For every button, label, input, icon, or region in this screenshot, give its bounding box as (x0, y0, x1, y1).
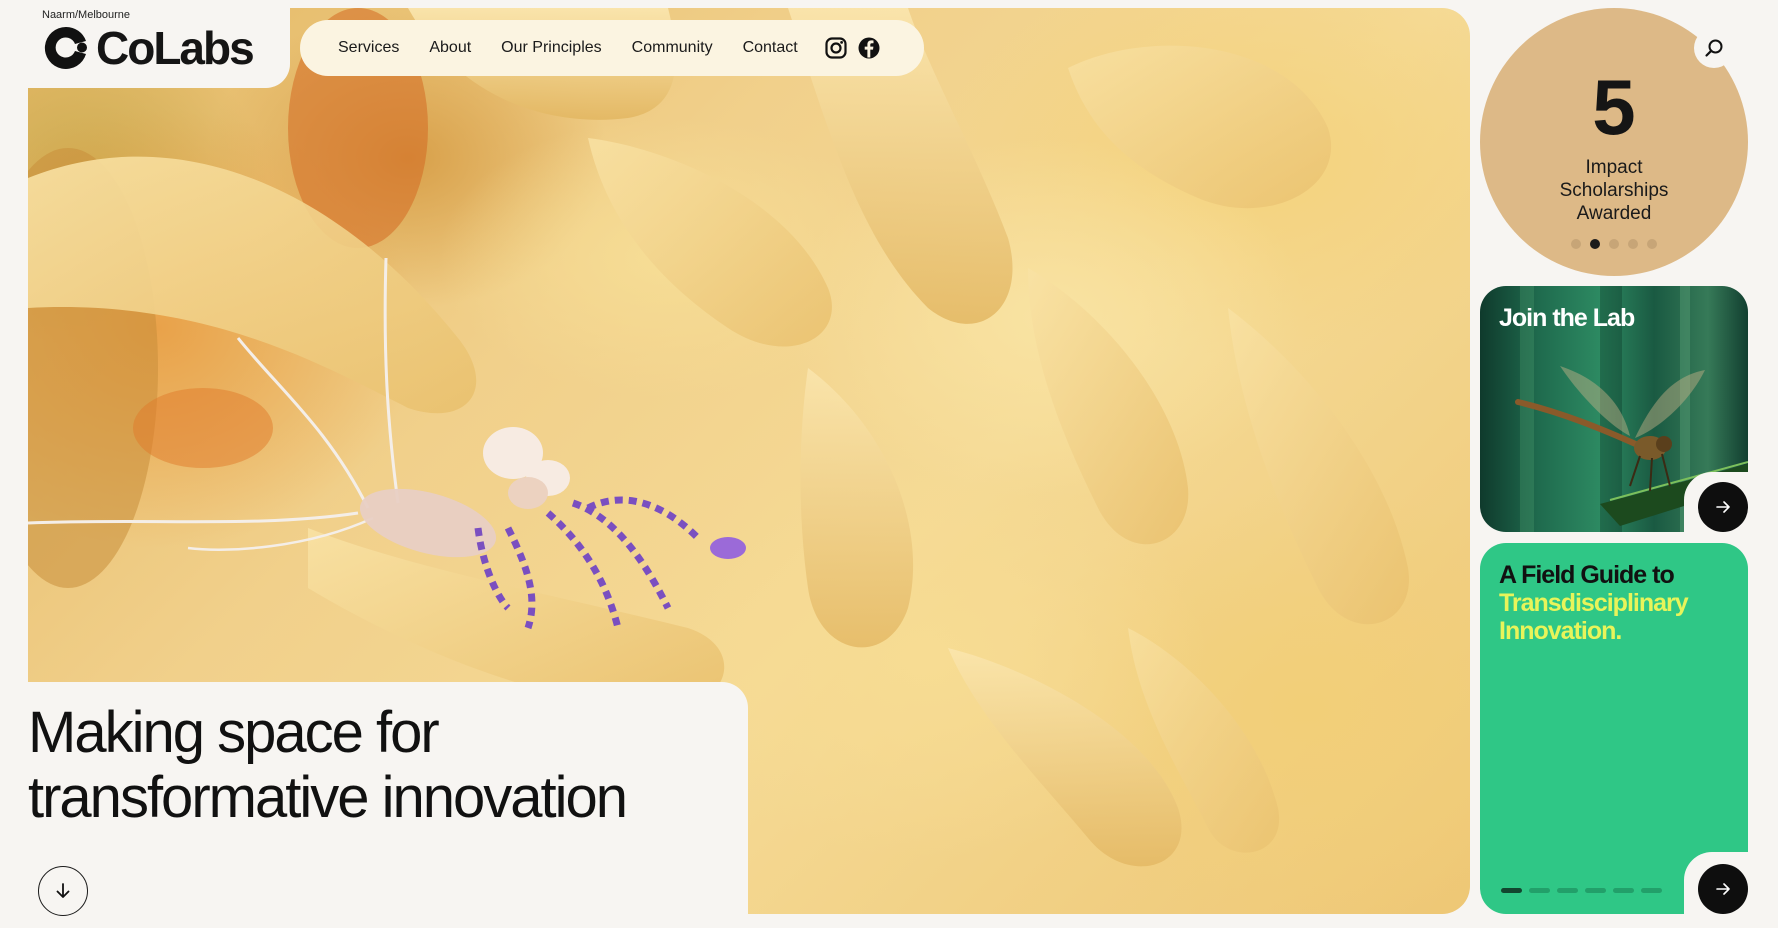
guide-dot[interactable] (1585, 888, 1606, 893)
stat-number: 5 (1592, 63, 1636, 151)
search-button[interactable] (1694, 28, 1734, 68)
social-links (824, 36, 881, 60)
facebook-icon[interactable] (857, 36, 881, 60)
tagline-line-2: transformative innovation (28, 765, 628, 830)
field-guide-arrow-button[interactable] (1698, 864, 1748, 914)
field-guide-title-highlight: Transdisciplinary Innovation. (1499, 589, 1689, 645)
stat-dot[interactable] (1609, 239, 1619, 249)
field-guide-title-part1: A Field Guide to (1499, 561, 1675, 589)
brand-logo[interactable]: CoLabs (42, 22, 255, 74)
arrow-down-icon (56, 883, 70, 898)
nav-item-about[interactable]: About (429, 39, 471, 57)
guide-dot[interactable] (1641, 888, 1662, 893)
stat-dot[interactable] (1647, 239, 1657, 249)
arrow-right-icon (1716, 883, 1730, 895)
stat-label: Impact Scholarships Awarded (1559, 157, 1669, 224)
guide-dot[interactable] (1557, 888, 1578, 893)
brand-name: CoLabs (96, 22, 255, 74)
instagram-icon[interactable] (824, 36, 848, 60)
page: Naarm/Melbourne CoLabs Services About Ou… (0, 0, 1778, 928)
scroll-down-button[interactable] (38, 866, 88, 916)
search-icon (1705, 39, 1723, 57)
stat-dot[interactable] (1571, 239, 1581, 249)
stat-pagination (1571, 239, 1657, 249)
field-guide-pagination (1501, 888, 1662, 893)
field-guide-title: A Field Guide to Transdisciplinary Innov… (1499, 561, 1729, 645)
stat-dot[interactable] (1628, 239, 1638, 249)
join-card-arrow-button[interactable] (1698, 482, 1748, 532)
tagline-line-1: Making space for (28, 700, 440, 765)
nav-item-contact[interactable]: Contact (743, 39, 798, 57)
main-nav: Services About Our Principles Community … (300, 20, 924, 76)
join-card-title: Join the Lab (1499, 304, 1635, 332)
stat-dot-active[interactable] (1590, 239, 1600, 249)
arrow-right-icon (1716, 501, 1730, 513)
guide-dot[interactable] (1613, 888, 1634, 893)
hero-tagline: Making space for transformative innovati… (28, 700, 628, 830)
guide-dot[interactable] (1529, 888, 1550, 893)
nav-item-our-principles[interactable]: Our Principles (501, 39, 601, 57)
brand-region: Naarm/Melbourne (42, 9, 131, 21)
nav-item-services[interactable]: Services (338, 39, 399, 57)
guide-dot-active[interactable] (1501, 888, 1522, 893)
colabs-c-mark-icon (44, 26, 87, 69)
nav-item-community[interactable]: Community (632, 39, 713, 57)
